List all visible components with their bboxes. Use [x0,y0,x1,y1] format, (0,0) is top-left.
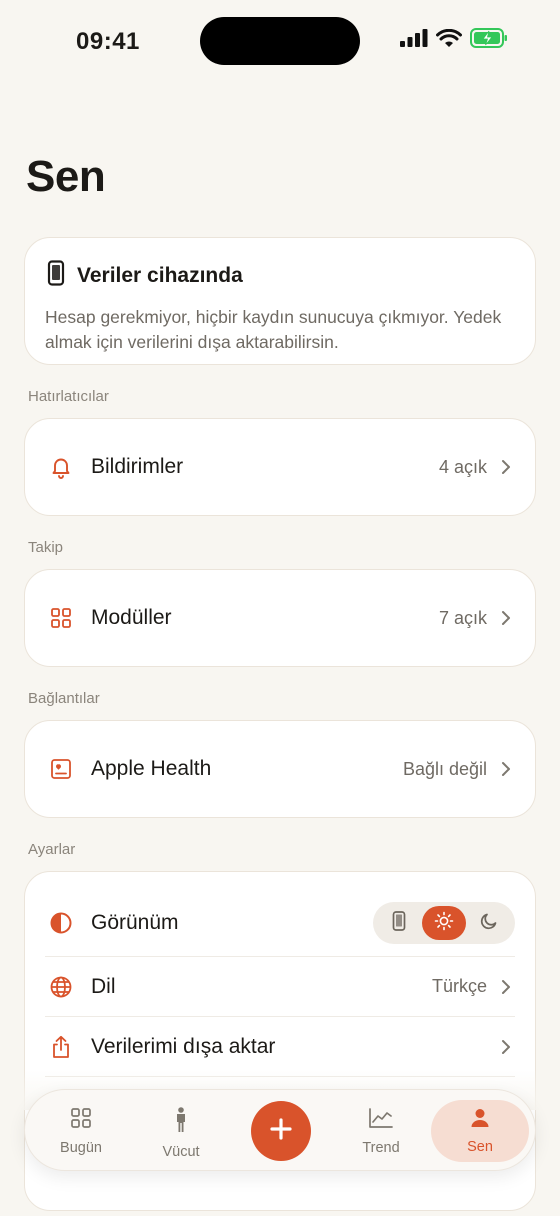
appearance-row: Görünüm [25,872,535,956]
connections-card: Apple Health Bağlı değil [24,720,536,818]
tab-me[interactable]: Sen [431,1100,529,1162]
tab-bar: Bugün Vücut Trend Sen [24,1089,536,1171]
tab-trend[interactable]: Trend [341,1090,421,1172]
status-bar: 09:41 [0,0,560,80]
cellular-signal-icon [400,29,428,47]
theme-selector [373,902,515,944]
page-title: Sen [26,152,106,201]
theme-option-light[interactable] [422,906,466,940]
notifications-label: Bildirimler [91,455,184,478]
apple-health-value: Bağlı değil [402,758,487,779]
phone-icon [45,260,67,291]
chevron-right-icon [501,1038,515,1056]
theme-option-dark[interactable] [467,906,511,940]
tab-me-label: Sen [467,1138,493,1155]
chevron-right-icon [501,609,515,627]
chevron-right-icon [501,760,515,778]
theme-option-device[interactable] [377,906,421,940]
appearance-label: Görünüm [91,911,179,934]
health-icon [47,755,75,783]
tab-today[interactable]: Bugün [41,1090,121,1172]
globe-icon [47,973,75,1001]
info-card-title: Veriler cihazında [77,263,243,287]
notifications-value: 4 açık [438,456,487,477]
chart-icon [368,1107,394,1134]
section-label-connections: Bağlantılar [28,690,100,707]
apple-health-row[interactable]: Apple Health Bağlı değil [25,721,535,817]
device-icon [392,910,406,936]
info-card-text: Hesap gerekmiyor, hiçbir kaydın sunucuya… [45,307,502,352]
section-label-settings: Ayarlar [28,841,76,858]
export-row[interactable]: Verilerimi dışa aktar [25,1017,535,1076]
contrast-icon [47,909,75,937]
dynamic-island [200,17,360,65]
status-icons [400,28,508,48]
export-label: Verilerimi dışa aktar [91,1034,276,1058]
share-icon [47,1033,75,1061]
language-label: Dil [91,974,116,998]
language-value: Türkçe [431,976,487,996]
grid-icon [47,604,75,632]
reminders-card: Bildirimler 4 açık [24,418,536,516]
modules-row[interactable]: Modüller 7 açık [25,570,535,666]
chevron-right-icon [501,978,515,996]
grid-icon [70,1107,92,1134]
on-device-data-card: Veriler cihazında Hesap gerekmiyor, hiçb… [24,237,536,365]
wifi-icon [436,28,462,48]
tracking-card: Modüller 7 açık [24,569,536,667]
modules-value: 7 açık [438,607,487,628]
apple-health-label: Apple Health [91,757,212,780]
language-row[interactable]: Dil Türkçe [25,957,535,1016]
notifications-row[interactable]: Bildirimler 4 açık [25,419,535,515]
add-button[interactable] [251,1101,311,1161]
tab-body-label: Vücut [162,1143,200,1160]
plus-icon [270,1117,292,1145]
sun-icon [434,911,454,936]
section-label-reminders: Hatırlatıcılar [28,388,109,405]
tab-today-label: Bugün [60,1139,102,1156]
bell-icon [47,453,75,481]
section-label-tracking: Takip [28,539,64,556]
tab-trend-label: Trend [362,1139,400,1156]
battery-charging-icon [470,28,508,48]
modules-label: Modüller [91,606,172,629]
status-time: 09:41 [76,28,140,55]
chevron-right-icon [501,458,515,476]
tab-body[interactable]: Vücut [141,1090,221,1172]
person-icon [470,1108,490,1133]
moon-icon [480,912,498,935]
person-figure-icon [174,1106,188,1138]
